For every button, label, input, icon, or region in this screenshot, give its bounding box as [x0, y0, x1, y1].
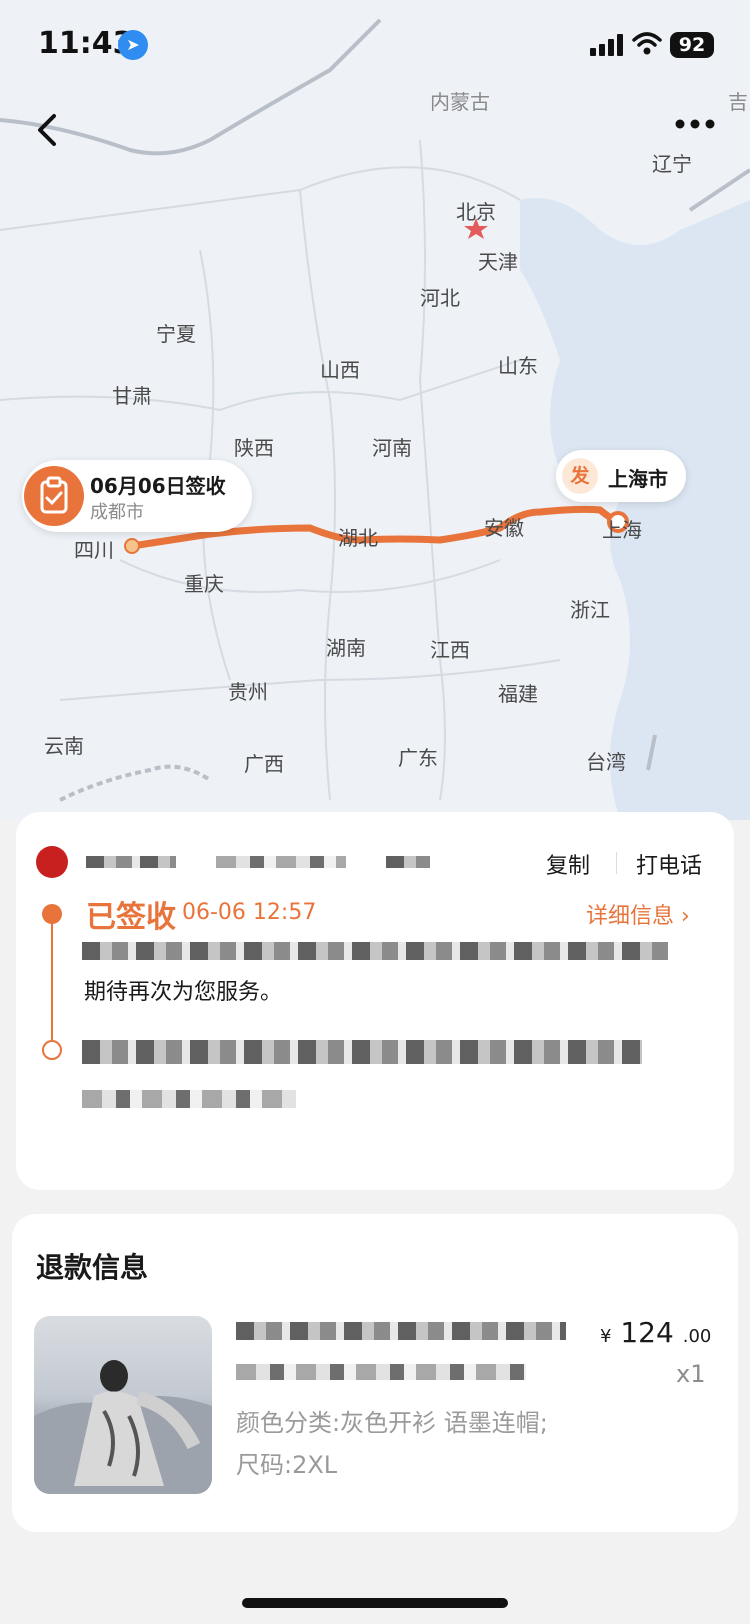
origin-city: 上海市: [608, 467, 668, 491]
map-label: 内蒙古: [430, 90, 490, 114]
carrier-logo: [36, 846, 68, 878]
map-background: [0, 18, 750, 820]
map-label: 上海: [602, 518, 642, 542]
redacted-text: [82, 1090, 296, 1108]
map-label: 重庆: [184, 572, 224, 596]
tracking-number-redacted: [216, 856, 346, 868]
map-label: 湖北: [338, 526, 378, 550]
detail-info-label: 详细信息: [586, 904, 675, 929]
map-label: 福建: [498, 682, 538, 706]
call-button[interactable]: 打电话: [636, 848, 702, 880]
refund-card: 退款信息 ¥ 124 .00 x1 颜色分类:灰色开衫 语墨连帽;尺码:2XL: [12, 1214, 738, 1532]
map-label: 贵州: [228, 680, 268, 704]
map-label: 吉: [728, 90, 748, 114]
price-currency: ¥: [600, 1326, 612, 1347]
wifi-icon: [632, 32, 662, 55]
battery-indicator: 92: [670, 32, 714, 58]
map-label: 天津: [478, 250, 518, 274]
quantity: x1: [676, 1360, 706, 1388]
origin-marker[interactable]: 发 上海市: [556, 450, 686, 502]
refund-price: ¥ 124 .00: [600, 1316, 711, 1349]
location-arrow-icon: ➤: [118, 30, 148, 60]
map-label: 安徽: [484, 516, 524, 540]
delivered-date: 06月06日签收: [90, 474, 226, 498]
product-name-redacted: [236, 1322, 566, 1340]
redacted-text: [82, 942, 668, 960]
map-label: 甘肃: [112, 384, 152, 408]
chevron-left-icon: [38, 114, 56, 146]
price-decimal: .00: [682, 1326, 712, 1347]
delivery-status: 已签收: [86, 900, 176, 935]
map-label: 台湾: [586, 750, 626, 774]
delivery-time: 06-06 12:57: [182, 900, 317, 925]
logistics-card: 复制 打电话 已签收 06-06 12:57 详细信息 › 期待再次为您服务。: [16, 812, 734, 1190]
cellular-signal-icon: [590, 34, 623, 56]
map-label: 广西: [244, 752, 284, 776]
delivered-city: 成都市: [90, 502, 144, 523]
delivered-marker[interactable]: 06月06日签收 成都市: [22, 460, 252, 532]
map-label: 广东: [398, 746, 438, 770]
detail-info-link[interactable]: 详细信息 ›: [586, 898, 690, 930]
product-name-redacted: [236, 1364, 526, 1380]
back-button[interactable]: [30, 108, 70, 152]
map-label: 辽宁: [652, 152, 692, 176]
map-label: 云南: [44, 734, 84, 758]
copy-button[interactable]: 复制: [546, 848, 590, 880]
map-label: 北京: [456, 200, 496, 224]
map-label: 湖南: [326, 636, 366, 660]
map-label: 江西: [430, 638, 470, 662]
map-label: 山西: [320, 358, 360, 382]
status-bar: 11:43 ➤ 92: [0, 0, 750, 90]
route-map[interactable]: 内蒙古 吉 辽宁 北京 天津 河北 宁夏 山西 山东 甘肃 陕西 河南 四川 湖…: [0, 0, 750, 820]
sku-description: 颜色分类:灰色开衫 语墨连帽;尺码:2XL: [236, 1409, 548, 1479]
map-label: 山东: [498, 354, 538, 378]
redacted-text: [82, 1040, 642, 1064]
ship-badge: 发: [562, 458, 598, 494]
more-button[interactable]: [672, 112, 718, 140]
timeline-line: [51, 912, 53, 1050]
map-label: 宁夏: [156, 322, 196, 346]
map-label: 河南: [372, 436, 412, 460]
refund-title: 退款信息: [36, 1251, 149, 1284]
home-indicator: [242, 1598, 508, 1608]
chevron-right-icon: ›: [681, 904, 690, 929]
map-label: 河北: [420, 286, 460, 310]
clipboard-check-icon: [24, 466, 84, 526]
tracking-number-redacted: [86, 856, 176, 868]
map-label: 浙江: [570, 598, 610, 622]
map-label: 陕西: [234, 436, 274, 460]
more-dots-icon: [675, 119, 715, 129]
product-image[interactable]: [34, 1316, 212, 1494]
timeline-dot-past: [42, 1040, 62, 1060]
tracking-number-redacted: [386, 856, 430, 868]
price-integer: 124: [620, 1316, 674, 1349]
timeline-dot-current: [42, 904, 62, 924]
service-message: 期待再次为您服务。: [84, 980, 283, 1005]
divider: [616, 852, 617, 874]
map-label: 四川: [74, 538, 114, 562]
